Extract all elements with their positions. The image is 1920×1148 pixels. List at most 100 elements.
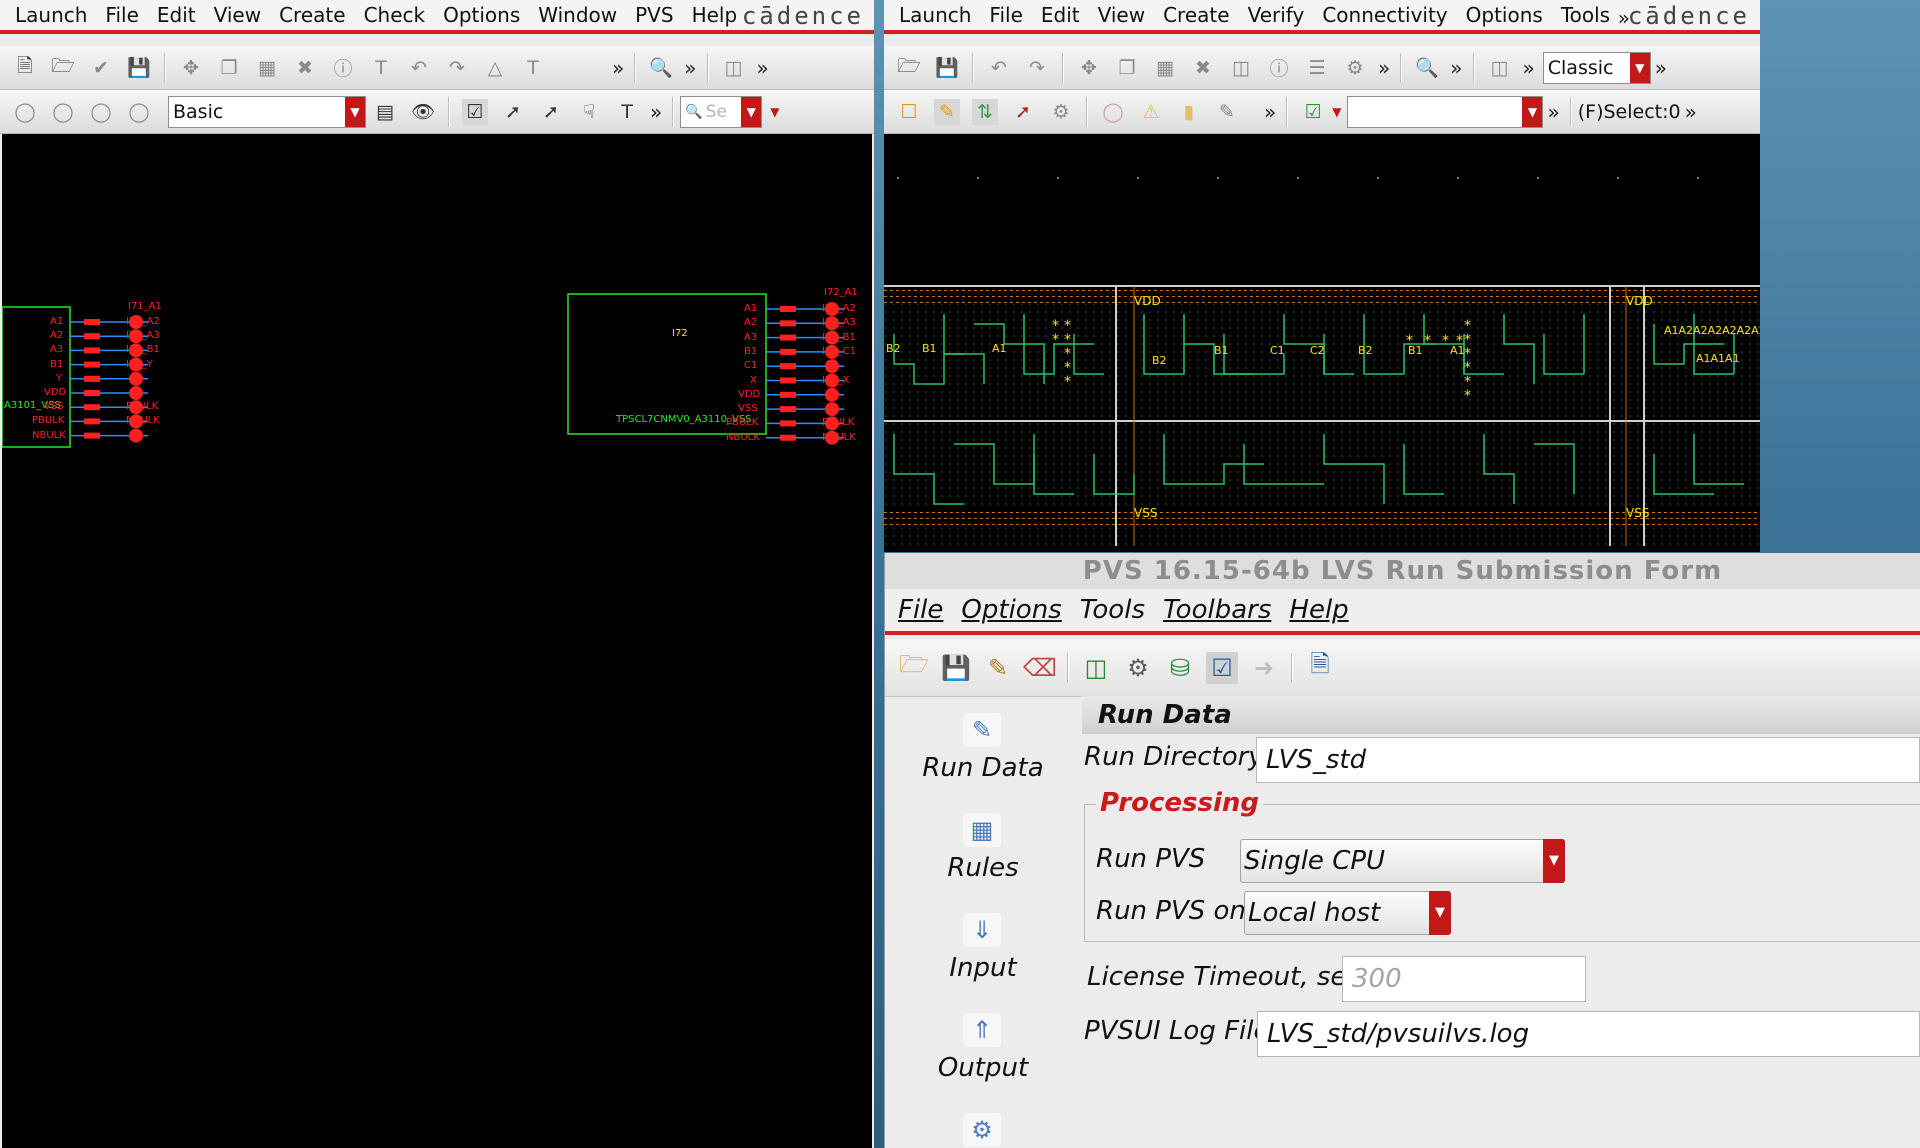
hierarchy-tree-icon[interactable]: ◫ xyxy=(1487,55,1513,81)
filter-combo[interactable]: Basic ▼ xyxy=(168,95,366,128)
select-net-icon[interactable]: ☟ xyxy=(576,99,602,125)
layout-canvas[interactable]: * * * * * * * * * * * * * * * * * VDD VDD VSS VSS B2 B1 A1… xyxy=(884,134,1760,552)
stack-icon[interactable]: ⇅ xyxy=(972,98,998,125)
redo-icon[interactable]: ↷ xyxy=(1024,55,1050,81)
move-icon[interactable]: ✥ xyxy=(1076,55,1102,81)
probe-icon[interactable]: ◯ xyxy=(1100,99,1126,125)
edit-icon[interactable]: ✎ xyxy=(982,652,1014,684)
menu-tools[interactable]: Tools xyxy=(1071,595,1154,625)
input-icon[interactable]: ⇓ xyxy=(963,913,1001,947)
overflow-chevron-icon[interactable]: » xyxy=(1378,56,1390,80)
overflow-chevron-icon[interactable]: » xyxy=(757,56,769,80)
settings-icon[interactable]: ⚙ xyxy=(1122,652,1154,684)
select-icon[interactable]: ☐ xyxy=(896,99,922,125)
check-save-icon[interactable]: ✔ xyxy=(88,55,114,81)
run-check-icon[interactable]: ☑ xyxy=(1206,651,1238,684)
run-pvs-select[interactable]: Single CPU ▼ xyxy=(1240,839,1565,883)
output-icon[interactable]: ⇑ xyxy=(963,1013,1001,1047)
menu-view[interactable]: View xyxy=(205,3,270,27)
checklist-icon[interactable]: ☑ xyxy=(1300,99,1326,125)
menu-window[interactable]: Window xyxy=(529,3,626,27)
menu-file[interactable]: File xyxy=(889,595,952,625)
align-icon[interactable]: ☰ xyxy=(1304,55,1330,81)
open-folder-icon[interactable]: 🗁 xyxy=(896,55,922,81)
rules-icon[interactable]: ▦ xyxy=(963,813,1001,847)
open-folder-icon[interactable]: 🗁 xyxy=(898,650,930,684)
chevron-down-icon[interactable]: ▼ xyxy=(770,105,779,119)
load-run-icon[interactable]: ◫ xyxy=(1080,652,1112,684)
overflow-chevron-icon[interactable]: » xyxy=(1547,100,1559,124)
menu-connectivity[interactable]: Connectivity xyxy=(1313,3,1456,27)
layer-combo[interactable]: ▼ xyxy=(1347,95,1544,128)
overflow-chevron-icon[interactable]: » xyxy=(1523,56,1535,80)
select-cursor-icon[interactable]: ➚ xyxy=(538,99,564,125)
shape-icon[interactable]: △ xyxy=(482,55,508,81)
select-text-icon[interactable]: T xyxy=(614,99,640,125)
menu-launch[interactable]: Launch xyxy=(890,3,980,27)
menu-pvs[interactable]: PVS xyxy=(626,3,682,27)
zoom-icon[interactable]: 🔍 xyxy=(1414,55,1440,81)
menu-options[interactable]: Options xyxy=(1457,3,1552,27)
menu-launch[interactable]: Launch xyxy=(6,3,96,27)
more-nav-icon[interactable]: ⚙ xyxy=(963,1113,1001,1147)
stretch-icon[interactable]: ▦ xyxy=(1152,55,1178,81)
save-icon[interactable]: 💾 xyxy=(934,55,960,81)
overflow-chevron-icon[interactable]: » xyxy=(1655,56,1667,80)
undo-icon[interactable]: ↶ xyxy=(986,55,1012,81)
via-icon[interactable]: ⚙ xyxy=(1048,99,1074,125)
delete-icon[interactable]: ✖ xyxy=(1190,55,1216,81)
properties-icon[interactable]: ⓘ xyxy=(330,55,356,81)
select-area-icon[interactable]: ➚ xyxy=(500,99,526,125)
nav-run-data[interactable]: Run Data xyxy=(885,753,1081,783)
properties-icon[interactable]: ⓘ xyxy=(1266,55,1292,81)
menu-options[interactable]: Options xyxy=(952,595,1070,625)
log-file-input[interactable]: LVS_std/pvsuilvs.log xyxy=(1257,1011,1920,1057)
menu-options[interactable]: Options xyxy=(434,3,529,27)
save-icon[interactable]: 💾 xyxy=(126,55,152,81)
new-icon[interactable]: 🗎 xyxy=(12,55,38,81)
run-pvs-on-select[interactable]: Local host ▼ xyxy=(1244,891,1451,935)
menu-file[interactable]: File xyxy=(980,3,1031,27)
layers-icon[interactable]: ▤ xyxy=(372,99,398,125)
nav-up-icon[interactable]: ◯ xyxy=(88,99,114,125)
delete-icon[interactable]: ✖ xyxy=(292,55,318,81)
help-doc-icon[interactable]: 🗎 xyxy=(1304,650,1336,684)
menu-help[interactable]: Help xyxy=(683,3,747,27)
filter-eye-icon[interactable]: 👁 xyxy=(410,99,436,125)
run-directory-input[interactable]: LVS_std xyxy=(1256,737,1920,783)
menu-toolbars[interactable]: Toolbars xyxy=(1154,595,1280,625)
save-icon[interactable]: 💾 xyxy=(940,652,972,684)
menu-file[interactable]: File xyxy=(96,3,147,27)
overflow-chevron-icon[interactable]: » xyxy=(1450,56,1462,80)
text-icon[interactable]: T xyxy=(520,55,546,81)
overflow-chevron-icon[interactable]: » xyxy=(612,56,624,80)
license-timeout-input[interactable]: 300 xyxy=(1342,956,1586,1002)
clear-icon[interactable]: ⌫ xyxy=(1023,652,1057,684)
undo-icon[interactable]: ↶ xyxy=(406,55,432,81)
nav-forward-icon[interactable]: ◯ xyxy=(50,99,76,125)
nav-output[interactable]: Output xyxy=(885,1053,1081,1083)
nav-input[interactable]: Input xyxy=(885,953,1081,983)
select-mode-icon[interactable]: ☑ xyxy=(462,98,488,125)
hierarchy-icon[interactable]: ⚙ xyxy=(1342,55,1368,81)
zoom-icon[interactable]: 🔍 xyxy=(648,55,674,81)
menu-edit[interactable]: Edit xyxy=(148,3,205,27)
overflow-chevron-icon[interactable]: » xyxy=(1685,100,1697,124)
stretch-icon[interactable]: ▦ xyxy=(254,55,280,81)
menu-verify[interactable]: Verify xyxy=(1239,3,1314,27)
text-edit-icon[interactable]: T xyxy=(368,55,394,81)
overflow-chevron-icon[interactable]: » xyxy=(684,56,696,80)
pin-icon[interactable]: ▮ xyxy=(1176,99,1202,125)
schematic-canvas[interactable]: I71_A1 A3101_VSS I72 TPSCL7CNMV0_A3110_V… xyxy=(2,134,872,1148)
reshape-icon[interactable]: ◫ xyxy=(1228,55,1254,81)
overflow-chevron-icon[interactable]: » xyxy=(650,100,662,124)
menu-check[interactable]: Check xyxy=(355,3,435,27)
submit-disabled-icon[interactable]: ➜ xyxy=(1248,652,1280,684)
ruler-icon[interactable]: ✎ xyxy=(934,98,960,125)
menu-tools[interactable]: Tools xyxy=(1552,3,1619,27)
menu-create[interactable]: Create xyxy=(1154,3,1238,27)
menu-edit[interactable]: Edit xyxy=(1032,3,1089,27)
overflow-chevron-icon[interactable]: » xyxy=(1264,100,1276,124)
nav-home-icon[interactable]: ◯ xyxy=(126,99,152,125)
mode-combo[interactable]: Classic ▼ xyxy=(1542,51,1651,84)
